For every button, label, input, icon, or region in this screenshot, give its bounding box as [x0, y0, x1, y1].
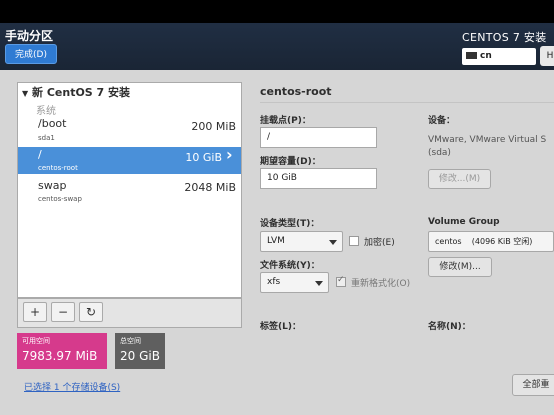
filesystem-value: xfs	[267, 277, 281, 287]
keyboard-layout-indicator[interactable]: cn	[462, 48, 536, 65]
encrypt-label: 加密(E)	[364, 238, 395, 248]
partition-device: sda1	[38, 134, 55, 142]
dropdown-arrow-icon	[329, 240, 337, 245]
desired-capacity-field[interactable]: 10 GiB	[260, 168, 377, 189]
filesystem-select[interactable]: xfs	[260, 272, 329, 293]
device-value: VMware, VMware Virtual S (sda)	[428, 135, 547, 158]
done-button[interactable]: 完成(D)	[5, 44, 57, 64]
device-type-label: 设备类型(T)：	[260, 219, 320, 229]
name-label: 名称(N)：	[428, 322, 471, 332]
partition-name: swap	[38, 179, 67, 192]
mount-point-label: 挂载点(P)：	[260, 116, 311, 126]
remove-mount-point-button[interactable]: −	[51, 302, 75, 322]
product-title: CENTOS 7 安装	[462, 31, 547, 44]
device-type-value: LVM	[267, 236, 285, 246]
checkmark-icon: ✓	[337, 275, 345, 285]
refresh-button[interactable]: ↻	[79, 302, 103, 322]
keyboard-layout-label: cn	[480, 51, 492, 61]
collapse-arrow-icon: ▼	[22, 89, 29, 98]
install-group-header[interactable]: ▼ 新 CentOS 7 安装	[22, 84, 130, 100]
device-type-select[interactable]: LVM	[260, 231, 343, 252]
detail-separator	[260, 102, 554, 103]
total-space-value: 20 GiB	[120, 349, 160, 363]
mount-point-field[interactable]: /	[260, 127, 377, 148]
modify-device-button[interactable]: 修改...(M)	[428, 169, 491, 189]
install-group-title: 新 CentOS 7 安装	[32, 86, 131, 99]
keyboard-icon	[466, 52, 477, 59]
partition-device: centos-swap	[38, 195, 82, 203]
available-space-value: 7983.97 MiB	[22, 349, 98, 363]
desired-capacity-label: 期望容量(D)：	[260, 157, 321, 167]
volume-group-free: (4096 KiB 空闲)	[471, 237, 533, 246]
total-space-label: 总空间	[120, 337, 141, 345]
reformat-checkbox[interactable]: ✓	[336, 275, 346, 287]
filesystem-label: 文件系统(Y)：	[260, 261, 320, 271]
total-space-box: 总空间 20 GiB	[115, 333, 165, 369]
tag-label: 标签(L)：	[260, 322, 301, 332]
volume-group-select[interactable]: centos (4096 KiB 空闲)	[428, 231, 554, 252]
dropdown-arrow-icon	[315, 281, 323, 286]
top-strip	[0, 0, 554, 23]
volume-group-value: centos	[435, 237, 462, 246]
selected-mount-title: centos-root	[260, 85, 332, 98]
available-space-label: 可用空间	[22, 337, 50, 345]
partition-name: /boot	[38, 117, 67, 130]
partition-name: /	[38, 148, 42, 161]
partition-size: 200 MiB	[191, 120, 236, 133]
help-button[interactable]: H	[540, 46, 554, 66]
reset-all-button[interactable]: 全部重	[512, 374, 554, 396]
add-mount-point-button[interactable]: +	[23, 302, 47, 322]
device-label: 设备：	[428, 116, 456, 126]
partition-size: 10 GiB	[185, 151, 222, 164]
modify-volume-group-button[interactable]: 修改(M)...	[428, 257, 492, 277]
system-group-label: 系统	[36, 106, 56, 117]
storage-devices-link[interactable]: 已选择 1 个存储设备(S)	[24, 380, 120, 393]
volume-group-label: Volume Group	[428, 217, 500, 227]
reformat-label: 重新格式化(O)	[351, 279, 411, 289]
encrypt-checkbox[interactable]	[349, 236, 359, 246]
chevron-right-icon: ›	[226, 145, 233, 164]
partition-size: 2048 MiB	[184, 181, 236, 194]
partition-device: centos-root	[38, 164, 78, 172]
page-title: 手动分区	[5, 29, 54, 43]
available-space-box: 可用空间 7983.97 MiB	[17, 333, 107, 369]
